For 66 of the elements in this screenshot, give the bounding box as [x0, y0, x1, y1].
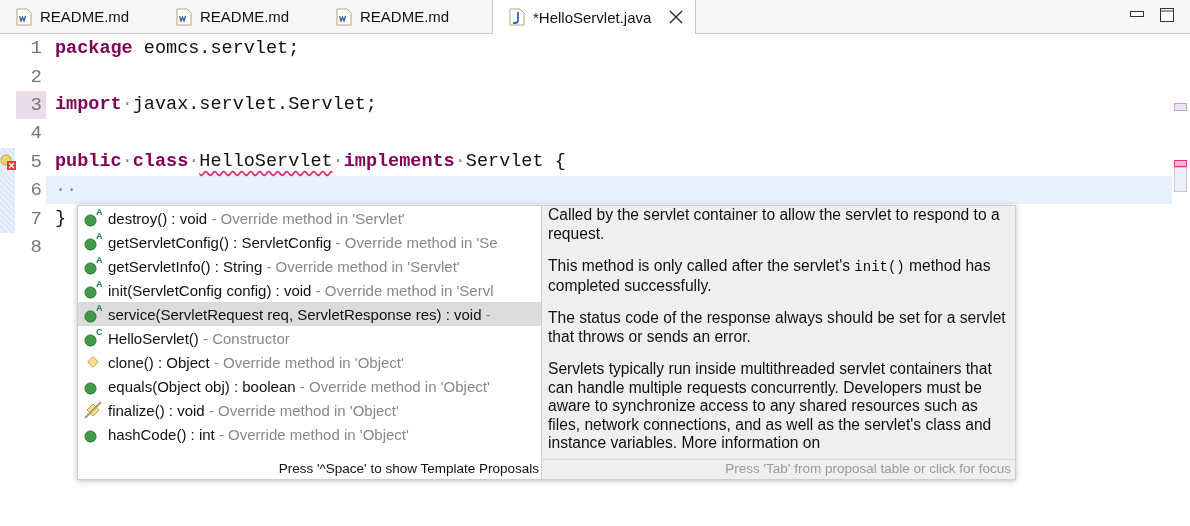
- maximize-icon[interactable]: [1160, 7, 1174, 22]
- whitespace-marker: ··: [55, 179, 78, 201]
- keyword: import: [55, 94, 122, 116]
- line-number: 1: [29, 36, 43, 62]
- doc-paragraph: This method is only called after the servlet's init() method has completed successfully.: [548, 257, 992, 295]
- proposal-text: init(ServletConfig config) : void - Override method in 'Servl: [108, 281, 494, 299]
- line-number: 8: [29, 234, 43, 260]
- doc-paragraph: Called by the servlet container to allow the servlet to respond to a request.: [548, 206, 1001, 243]
- diamond-icon: [87, 356, 99, 368]
- java-file-icon: [509, 8, 525, 26]
- document-icon: [336, 7, 352, 26]
- line-number: 6: [29, 178, 43, 204]
- line-number: 5: [29, 149, 43, 175]
- proposal-item[interactable]: equals(Object obj) : boolean - Override method in 'Object': [78, 374, 541, 398]
- crossed-diamond-icon: [84, 401, 102, 419]
- line-number: 3: [16, 90, 46, 120]
- minimize-icon[interactable]: [1130, 10, 1144, 19]
- proposal-text: equals(Object obj) : boolean - Override method in 'Object': [108, 377, 490, 395]
- proposal-item[interactable]: A getServletInfo() : String - Override method in 'Servlet': [78, 254, 541, 278]
- proposal-text: HelloServlet() - Constructor: [108, 329, 290, 347]
- whitespace-marker: ·: [332, 151, 344, 173]
- code-text: }: [55, 208, 67, 230]
- code-text: javax.servlet.Servlet;: [132, 94, 377, 116]
- doc-paragraph: The status code of the response always should be set for a servlet that throws or sends an error.: [548, 309, 1007, 346]
- editor-tab[interactable]: *HelloServlet.java: [492, 0, 697, 34]
- hint-text: Press 'Tab' from proposal table or click for focus: [542, 459, 1015, 479]
- code-text: Servlet {: [465, 151, 566, 173]
- proposal-item[interactable]: hashCode() : int - Override method in 'Object': [78, 422, 541, 446]
- scrollbar-thumb[interactable]: [1174, 167, 1187, 192]
- document-icon: [176, 7, 192, 26]
- code-text: eomcs.servlet;: [142, 37, 300, 59]
- hint-text: Press '^Space' to show Template Proposals: [277, 460, 540, 478]
- proposal-text: getServletConfig() : ServletConfig - Override method in 'Se: [108, 233, 498, 251]
- proposal-text: getServletInfo() : String - Override method in 'Servlet': [108, 257, 460, 275]
- proposal-item[interactable]: A getServletConfig() : ServletConfig - Override method in 'Se: [78, 230, 541, 254]
- error-marker: [1174, 160, 1187, 167]
- line-number: 2: [29, 64, 43, 90]
- document-icon: [16, 7, 32, 26]
- proposal-item[interactable]: finalize() : void - Override method in 'Object': [78, 398, 541, 422]
- proposal-text: clone() : Object - Override method in 'Object': [108, 353, 404, 371]
- keyword: implements: [343, 151, 455, 173]
- keyword: public: [55, 151, 122, 173]
- proposal-item[interactable]: clone() : Object - Override method in 'Object': [78, 350, 541, 374]
- proposal-text: service(ServletRequest req, ServletResponse res) : void -: [108, 305, 491, 323]
- proposal-item[interactable]: A init(ServletConfig config) : void - Override method in 'Servl: [78, 278, 541, 302]
- whitespace-marker: ·: [454, 151, 466, 173]
- whitespace-marker: ·: [121, 151, 133, 173]
- keyword: package: [55, 37, 133, 59]
- proposal-item[interactable]: C HelloServlet() - Constructor: [78, 326, 541, 350]
- proposal-text: finalize() : void - Override method in 'Object': [108, 401, 399, 419]
- doc-paragraph: Servlets typically run inside multithreaded servlet containers that can handle multiple requests concurrently. Developers must be aware to synchronize access to any shared resources such as files, network connections, and as well as the servlet's class and instance variables. More information on: [548, 360, 993, 453]
- close-icon[interactable]: [669, 10, 684, 24]
- keyword: class: [132, 151, 189, 173]
- proposal-text: destroy() : void - Override method in 'Servlet': [108, 209, 405, 227]
- proposal-item[interactable]: A destroy() : void - Override method in 'Servlet': [78, 206, 541, 230]
- line-number: 4: [29, 121, 43, 147]
- editor-tab[interactable]: README.md: [320, 0, 480, 33]
- proposal-text: hashCode() : int - Override method in 'Object': [108, 425, 409, 443]
- editor-tab[interactable]: README.md: [160, 0, 320, 33]
- line-number: 7: [29, 206, 43, 232]
- change-marker: [1174, 103, 1187, 111]
- whitespace-marker: ·: [121, 94, 133, 116]
- proposal-item[interactable]: A service(ServletRequest req, ServletResponse res) : void -: [78, 302, 541, 326]
- whitespace-marker: ·: [188, 151, 200, 173]
- error-identifier: HelloServlet: [199, 151, 333, 173]
- editor-tab[interactable]: README.md: [0, 0, 160, 33]
